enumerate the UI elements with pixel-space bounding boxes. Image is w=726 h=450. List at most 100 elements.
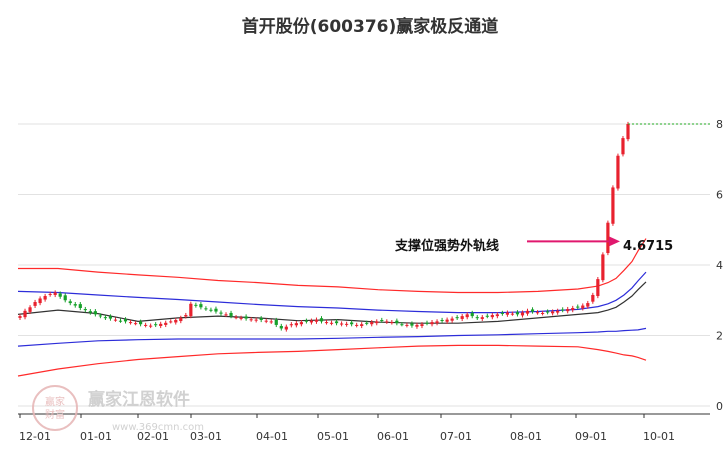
watermark: 赢家 财富 赢家江恩软件 www.369cmn.com (32, 385, 204, 433)
candle-body (345, 323, 349, 325)
candle-body (43, 296, 47, 300)
candle-body (93, 311, 97, 315)
candle-body (430, 322, 434, 325)
candle-body (88, 311, 92, 313)
candle-body (108, 316, 113, 319)
candle-body (58, 293, 62, 297)
candle-body (400, 324, 404, 326)
candle-body (566, 309, 570, 312)
candle-body (360, 324, 364, 326)
candle-body (596, 279, 600, 297)
watermark-logo (32, 385, 78, 431)
y-tick-label: 4 (716, 259, 723, 272)
candle-body (530, 309, 535, 312)
line-outer-lower (17, 344, 647, 377)
candle-body (123, 319, 128, 322)
candle-body (33, 302, 37, 306)
x-tick-label: 07-01 (440, 430, 472, 443)
x-tick-label: 12-01 (19, 430, 51, 443)
line-inner-lower (17, 327, 647, 347)
candle-body (611, 187, 615, 224)
candle-body (435, 321, 439, 324)
candle-body (229, 312, 233, 317)
candle-body (415, 324, 419, 327)
candle-body (219, 312, 223, 314)
line-inner-upper (17, 271, 647, 314)
candle-body (535, 312, 540, 314)
candle-body (410, 323, 414, 326)
candle-body (159, 323, 163, 326)
x-tick-label: 08-01 (510, 430, 542, 443)
annotation-value: 4.6715 (623, 239, 673, 254)
x-tick-label: 04-01 (256, 430, 288, 443)
candle-body (505, 312, 510, 315)
candle-body (370, 322, 374, 325)
candle-body (460, 316, 464, 319)
candle-body (355, 324, 359, 326)
candle-body (440, 319, 444, 321)
candle-body (470, 312, 474, 317)
candle-body (144, 324, 148, 326)
candle-body (174, 319, 178, 323)
candle-body (169, 321, 173, 323)
candle-body (314, 319, 319, 322)
candlesticks (18, 121, 710, 332)
candle-body (179, 317, 183, 322)
candle-body (279, 325, 283, 329)
chart: 首开股份(600376)赢家极反通道 02468 12-01 01-01 02-01… (17, 16, 723, 443)
x-tick-label: 06-01 (377, 430, 409, 443)
watermark-url: www.369cmn.com (112, 422, 204, 433)
candle-body (515, 312, 520, 315)
candle-body (616, 155, 620, 189)
candle-body (38, 298, 42, 304)
candle-body (189, 303, 193, 317)
candle-body (586, 303, 590, 307)
candle-body (365, 322, 369, 324)
candle-body (304, 320, 309, 322)
y-axis-ticks: 0 2 4 6 8 (716, 118, 723, 413)
candle-body (324, 322, 329, 324)
candle-body (405, 324, 409, 326)
candle-body (128, 322, 133, 324)
candle-body (319, 318, 324, 322)
candle-body (490, 315, 494, 318)
x-tick-label: 01-01 (80, 430, 112, 443)
candle-body (184, 315, 188, 317)
candle-body (375, 321, 379, 324)
candle-body (601, 254, 605, 281)
y-tick-label: 2 (716, 330, 723, 343)
candle-body (113, 319, 118, 321)
candle-body (420, 324, 424, 326)
candle-body (53, 292, 57, 295)
line-middle (17, 281, 647, 324)
candle-body (194, 304, 198, 306)
candle-body (118, 320, 123, 322)
y-tick-label: 6 (716, 189, 723, 202)
candle-body (254, 319, 258, 321)
candle-body (244, 316, 248, 319)
candle-body (23, 310, 27, 318)
candle-body (199, 304, 203, 308)
candle-body (540, 312, 545, 314)
candle-body (500, 312, 504, 314)
candle-body (133, 323, 138, 325)
candle-body (445, 319, 449, 322)
candle-body (626, 124, 630, 140)
annotation-arrowhead (609, 236, 620, 247)
candle-body (289, 324, 293, 326)
watermark-logo-top: 赢家 (45, 395, 65, 408)
chart-title: 首开股份(600376)赢家极反通道 (242, 16, 499, 37)
candle-body (98, 315, 102, 317)
candle-body (28, 307, 32, 312)
candle-body (103, 317, 108, 319)
candle-body (546, 311, 550, 313)
candle-body (475, 317, 479, 319)
candle-body (274, 319, 278, 325)
candle-body (138, 321, 143, 325)
candle-body (591, 294, 595, 302)
candle-body (520, 312, 525, 316)
candle-body (234, 317, 238, 319)
candle-body (209, 309, 213, 311)
candle-body (259, 318, 263, 320)
candle-body (581, 305, 585, 309)
